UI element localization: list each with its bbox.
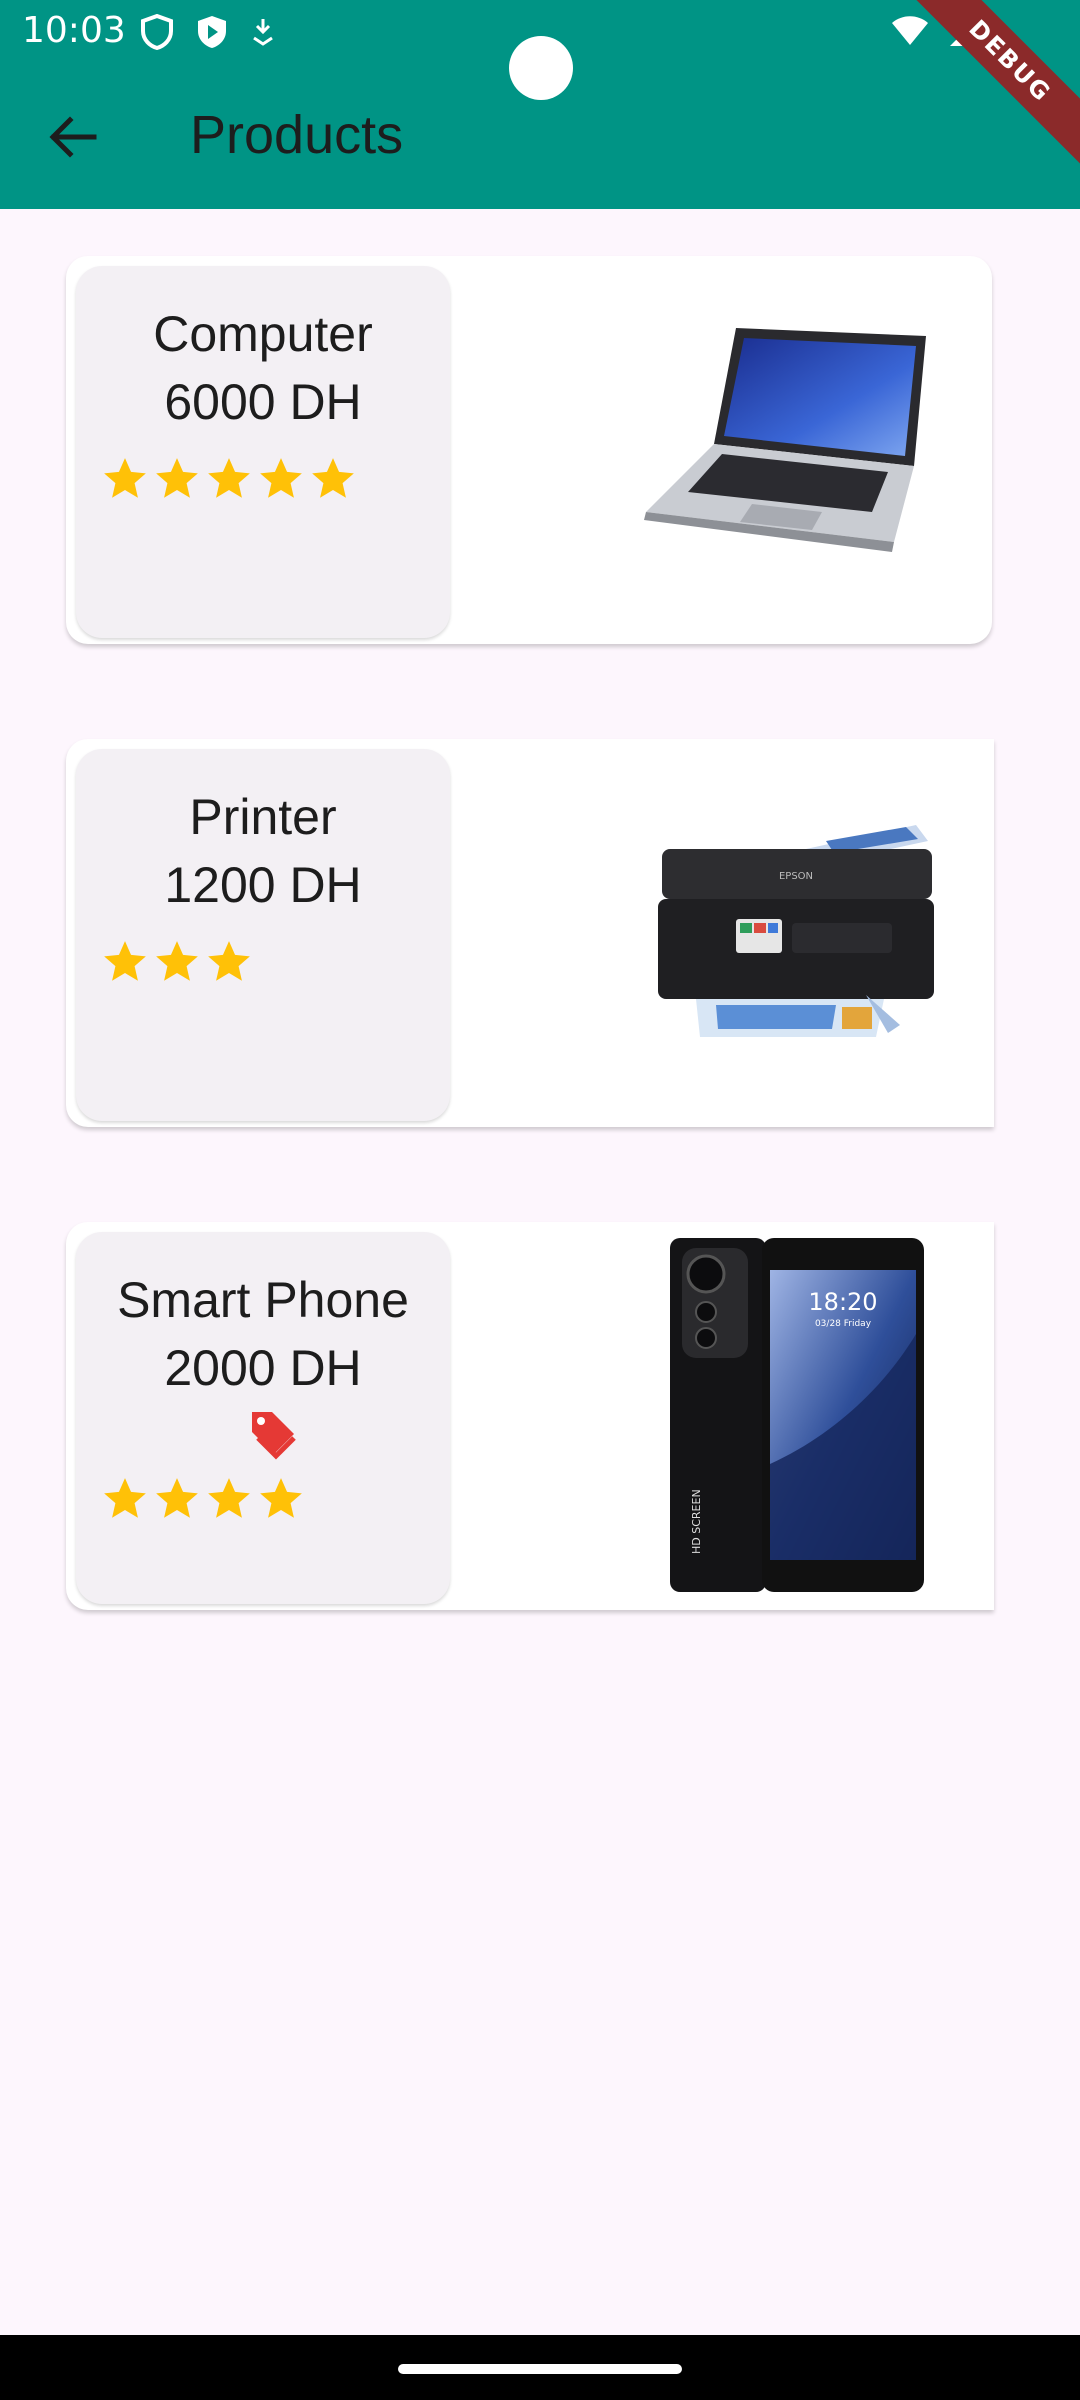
wifi-icon xyxy=(892,16,928,45)
star-icon xyxy=(260,1478,302,1518)
star-icon xyxy=(104,941,146,981)
app-bar: 10:03 DEBUG Products xyxy=(0,0,1080,209)
play-protect-icon xyxy=(198,16,226,48)
star-icon xyxy=(312,458,354,498)
star-icon xyxy=(208,1478,250,1518)
star-icon xyxy=(208,941,250,981)
system-navigation-bar xyxy=(0,2335,1080,2400)
star-icon xyxy=(156,1478,198,1518)
product-name: Smart Phone xyxy=(117,1272,409,1328)
star-icon xyxy=(104,458,146,498)
smartphone-image: HD SCREEN 18:20 03/28 Friday xyxy=(670,1238,924,1592)
status-time: 10:03 xyxy=(22,10,126,51)
status-icons-left xyxy=(140,14,276,50)
shield-icon xyxy=(141,14,173,50)
product-card-printer[interactable]: Printer 1200 DH EPSON xyxy=(66,739,994,1127)
back-arrow-icon[interactable] xyxy=(40,104,106,170)
product-info-panel: Smart Phone 2000 DH xyxy=(76,1232,450,1604)
laptop-image xyxy=(644,328,926,552)
rating-stars xyxy=(100,937,254,987)
product-price: 2000 DH xyxy=(164,1340,362,1396)
star-icon xyxy=(156,941,198,981)
phone-side-text: HD SCREEN xyxy=(690,1489,703,1554)
camera-cutout xyxy=(509,36,573,100)
product-price: 6000 DH xyxy=(164,374,362,430)
home-gesture-handle[interactable] xyxy=(398,2364,682,2374)
product-name: Computer xyxy=(153,306,373,362)
phone-screen-time: 18:20 xyxy=(808,1288,877,1316)
phone-screen-date: 03/28 Friday xyxy=(815,1319,872,1329)
printer-image: EPSON xyxy=(658,825,934,1037)
star-icon xyxy=(156,458,198,498)
star-icon xyxy=(260,458,302,498)
product-name: Printer xyxy=(189,789,337,845)
download-icon xyxy=(253,19,273,46)
product-card-computer[interactable]: Computer 6000 DH xyxy=(66,256,992,644)
product-info-panel: Computer 6000 DH xyxy=(76,266,450,638)
star-icon xyxy=(104,1478,146,1518)
star-icon xyxy=(208,458,250,498)
sale-tag-icon xyxy=(252,1412,296,1460)
product-card-smart-phone[interactable]: Smart Phone 2000 DH HD SCREEN 18:20 03/2… xyxy=(66,1222,994,1610)
product-price: 1200 DH xyxy=(164,857,362,913)
printer-brand: EPSON xyxy=(779,871,813,882)
rating-stars xyxy=(100,1474,306,1524)
product-info-panel: Printer 1200 DH xyxy=(76,749,450,1121)
rating-stars xyxy=(100,454,358,504)
page-title: Products xyxy=(190,105,404,165)
